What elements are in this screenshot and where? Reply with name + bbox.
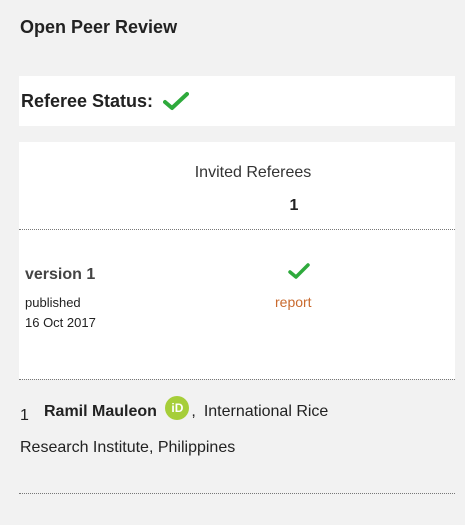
divider (19, 379, 455, 380)
version-label: version 1 (25, 266, 96, 283)
referee-status-label: Referee Status: (21, 90, 154, 111)
green-check-icon (163, 92, 190, 110)
referee-count: 1 (289, 197, 299, 214)
referee-affiliation-line1: International Rice (203, 403, 329, 420)
published-label: published (25, 295, 81, 310)
divider (19, 229, 455, 230)
published-date: 16 Oct 2017 (25, 315, 96, 330)
divider (19, 493, 455, 494)
referee-name[interactable]: Ramil Mauleon (44, 403, 157, 420)
referee-affiliation-line2: Research Institute, Philippines (20, 439, 236, 456)
invited-referees-label: Invited Referees (194, 164, 312, 181)
referees-card: Invited Referees 1 version 1 published 1… (19, 142, 455, 379)
orcid-icon-text: iD (171, 401, 184, 415)
report-check-icon (288, 263, 310, 279)
panel-title: Open Peer Review (20, 17, 178, 37)
open-peer-review-panel: Open Peer Review Referee Status: Invited… (0, 0, 465, 525)
report-link[interactable]: report (275, 294, 312, 310)
referee-number: 1 (20, 407, 29, 424)
referee-status-box: Referee Status: (19, 76, 455, 126)
orcid-icon[interactable]: iD (165, 396, 190, 420)
referee-row: 1 Ramil Mauleon iD, International Rice Res… (20, 394, 450, 466)
